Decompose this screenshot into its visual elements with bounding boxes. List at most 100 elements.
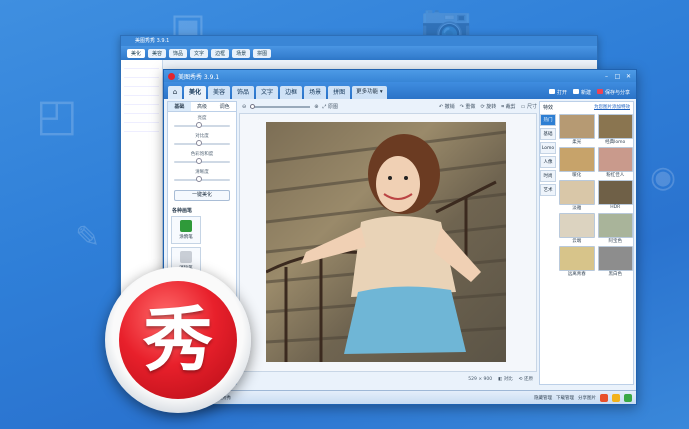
effect-label: 淡雅 (572, 206, 582, 211)
new-button[interactable]: 新建 (572, 89, 591, 96)
tab-beauty[interactable]: 美容 (208, 86, 231, 99)
edited-photo[interactable] (266, 122, 506, 362)
effect-preview (597, 213, 633, 238)
auto-beautify-label: 一键美化 (191, 192, 212, 198)
bg-tab: 文字 (190, 48, 209, 58)
compare-button[interactable]: ◧ 对比 (498, 376, 513, 382)
slider-knob[interactable] (196, 140, 202, 146)
effect-item[interactable]: 经典lomo (597, 114, 633, 145)
app-logo-icon (168, 72, 175, 80)
close-icon[interactable]: ✕ (625, 73, 632, 80)
tab-collage[interactable]: 拼图 (328, 86, 351, 99)
hide-manager-button[interactable]: 隐藏管理 (534, 395, 552, 401)
effects-header: 特效 为您图片添加特效 (540, 102, 633, 112)
effect-item[interactable]: 远离青春 (559, 246, 595, 277)
bg-tab: 饰品 (169, 48, 188, 58)
category-portrait[interactable]: 人像 (540, 156, 556, 168)
effect-item[interactable]: 黑白色 (597, 246, 633, 277)
category-hot[interactable]: 热门 (540, 114, 556, 126)
plus-icon[interactable] (624, 393, 632, 402)
slider-knob[interactable] (196, 176, 202, 182)
home-icon[interactable]: ⌂ (168, 86, 182, 99)
resize-button[interactable]: ▭ 尺寸 (521, 103, 537, 110)
effect-preview (597, 180, 633, 205)
rotate-button[interactable]: ⟳ 旋转 (480, 103, 496, 110)
tab-scene[interactable]: 场景 (304, 86, 327, 99)
effect-preview (559, 114, 595, 139)
slider-contrast[interactable]: 对比度 (174, 133, 230, 151)
effect-item[interactable]: 暖化 (559, 147, 595, 178)
effect-item[interactable]: 云端 (559, 213, 595, 244)
effect-item[interactable]: HDR (597, 180, 633, 211)
category-art[interactable]: 艺术 (540, 184, 556, 196)
effect-item[interactable]: 柔光 (559, 114, 595, 145)
effect-item[interactable]: 粉红佳人 (597, 147, 633, 178)
open-button[interactable]: 打开 (548, 89, 567, 96)
slider-knob[interactable] (196, 158, 202, 164)
effect-preview (597, 147, 633, 172)
category-basic[interactable]: 基础 (540, 128, 556, 140)
maximize-icon[interactable]: □ (614, 73, 621, 80)
redo-label: 重做 (465, 104, 476, 110)
slider-saturation[interactable]: 色彩饱和度 (174, 151, 230, 169)
more-features-label: 更多功能 (356, 89, 379, 95)
slider-brightness[interactable]: 亮度 (174, 115, 230, 133)
slider-knob[interactable] (196, 122, 202, 128)
tab-accessories[interactable]: 饰品 (232, 86, 255, 99)
share-image-button[interactable]: 分享图片 (578, 395, 596, 401)
weibo-icon[interactable] (600, 393, 608, 402)
brush-label: 涂鸦笔 (179, 235, 193, 240)
bg-brush-icon: ✎ (75, 220, 101, 255)
zoom-knob[interactable] (250, 103, 256, 109)
open-label: 打开 (556, 90, 567, 96)
effect-item[interactable]: 阿宝色 (597, 213, 633, 244)
background-window-tabs: 美化 美容 饰品 文字 边框 场景 拼图 (121, 46, 597, 60)
bg-frame-icon: ◰ (36, 90, 78, 141)
main-nav: ⌂ 美化 美容 饰品 文字 边框 场景 拼图 更多功能 ▾ 打开 新建 保存与分… (164, 82, 636, 99)
auto-beautify-button[interactable]: 一键美化 (174, 190, 230, 201)
hide-label: 隐藏管理 (534, 395, 552, 401)
category-fashion[interactable]: 时尚 (540, 170, 556, 182)
effects-link[interactable]: 为您图片添加特效 (594, 104, 630, 110)
bg-tab: 美化 (127, 48, 146, 58)
tab-text[interactable]: 文字 (256, 86, 279, 99)
crop-button[interactable]: ⌗ 裁剪 (501, 103, 515, 110)
effect-label: 黑白色 (608, 272, 623, 277)
download-manager-button[interactable]: 下载管理 (556, 395, 574, 401)
effect-item[interactable]: 淡雅 (559, 180, 595, 211)
undo-button[interactable]: ↶ 撤销 (439, 103, 455, 110)
tab-beautify[interactable]: 美化 (184, 86, 207, 99)
more-features-menu[interactable]: 更多功能 ▾ (352, 86, 387, 99)
subtab-color[interactable]: 调色 (213, 102, 236, 111)
subtab-advanced[interactable]: 高级 (191, 102, 214, 111)
effect-label: 阿宝色 (608, 239, 623, 244)
slider-label: 色彩饱和度 (190, 152, 214, 157)
tab-frame[interactable]: 边框 (280, 86, 303, 99)
canvas-toolbar: ⊖ ⊕ ⤢ 原图 ↶ 撤销 ↷ 重做 ⟳ 旋转 ⌗ 裁剪 ▭ 尺寸 (239, 101, 537, 112)
subtab-basic[interactable]: 基础 (168, 102, 191, 111)
effects-title: 特效 (543, 104, 554, 111)
effect-label: 远离青春 (567, 272, 586, 277)
effect-label: 经典lomo (605, 140, 626, 145)
star-icon[interactable] (612, 393, 620, 402)
bg-tab: 拼图 (253, 48, 272, 58)
category-lomo[interactable]: Lomo (540, 142, 556, 154)
redo-button[interactable]: ↷ 重做 (460, 103, 476, 110)
reset-button[interactable]: ⟲ 还原 (519, 376, 533, 382)
minimize-icon[interactable]: – (603, 73, 610, 80)
original-button[interactable]: ⤢ 原图 (322, 103, 338, 110)
effect-preview (597, 114, 633, 139)
zoom-out-icon[interactable]: ⊖ (242, 104, 246, 110)
bg-tab: 美容 (148, 48, 167, 58)
reset-label: 还原 (524, 377, 533, 382)
brush-doodle[interactable]: 涂鸦笔 (171, 216, 201, 244)
slider-sharpness[interactable]: 清晰度 (174, 169, 230, 187)
zoom-in-icon[interactable]: ⊕ (314, 104, 318, 110)
zoom-slider[interactable] (250, 103, 311, 109)
canvas-status-bar: 529 × 900 ◧ 对比 ⟲ 还原 (239, 374, 537, 384)
save-icon (596, 89, 603, 94)
save-share-button[interactable]: 保存与分享 (596, 89, 630, 96)
folder-icon (548, 89, 555, 94)
download-label: 下载管理 (556, 395, 574, 401)
image-canvas[interactable] (239, 113, 537, 372)
